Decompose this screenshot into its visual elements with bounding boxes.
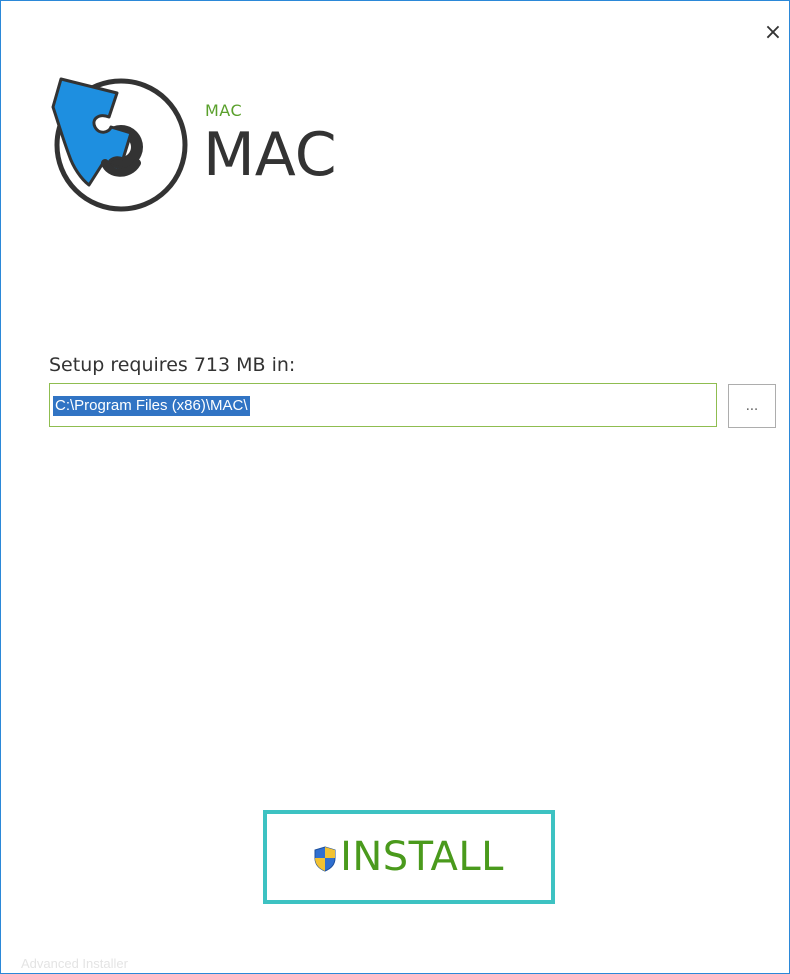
uac-shield-icon bbox=[314, 846, 336, 872]
installer-brand-footer: Advanced Installer bbox=[21, 956, 128, 971]
install-path-value: C:\Program Files (x86)\MAC\ bbox=[53, 396, 250, 416]
install-button-label: INSTALL bbox=[340, 834, 504, 880]
install-path-input[interactable]: C:\Program Files (x86)\MAC\ bbox=[49, 383, 717, 427]
product-name-large: MAC bbox=[203, 120, 337, 190]
close-button[interactable]: × bbox=[759, 19, 787, 47]
close-icon: × bbox=[763, 20, 783, 45]
installer-window: × MAC MAC Setup requires 713 MB in: C:\P… bbox=[0, 0, 790, 974]
puzzle-disc-icon bbox=[51, 77, 188, 212]
browse-button[interactable]: ... bbox=[728, 384, 776, 428]
product-name-small: MAC bbox=[205, 101, 243, 120]
install-button[interactable]: INSTALL bbox=[263, 810, 555, 904]
space-requirement-label: Setup requires 713 MB in: bbox=[49, 354, 296, 376]
